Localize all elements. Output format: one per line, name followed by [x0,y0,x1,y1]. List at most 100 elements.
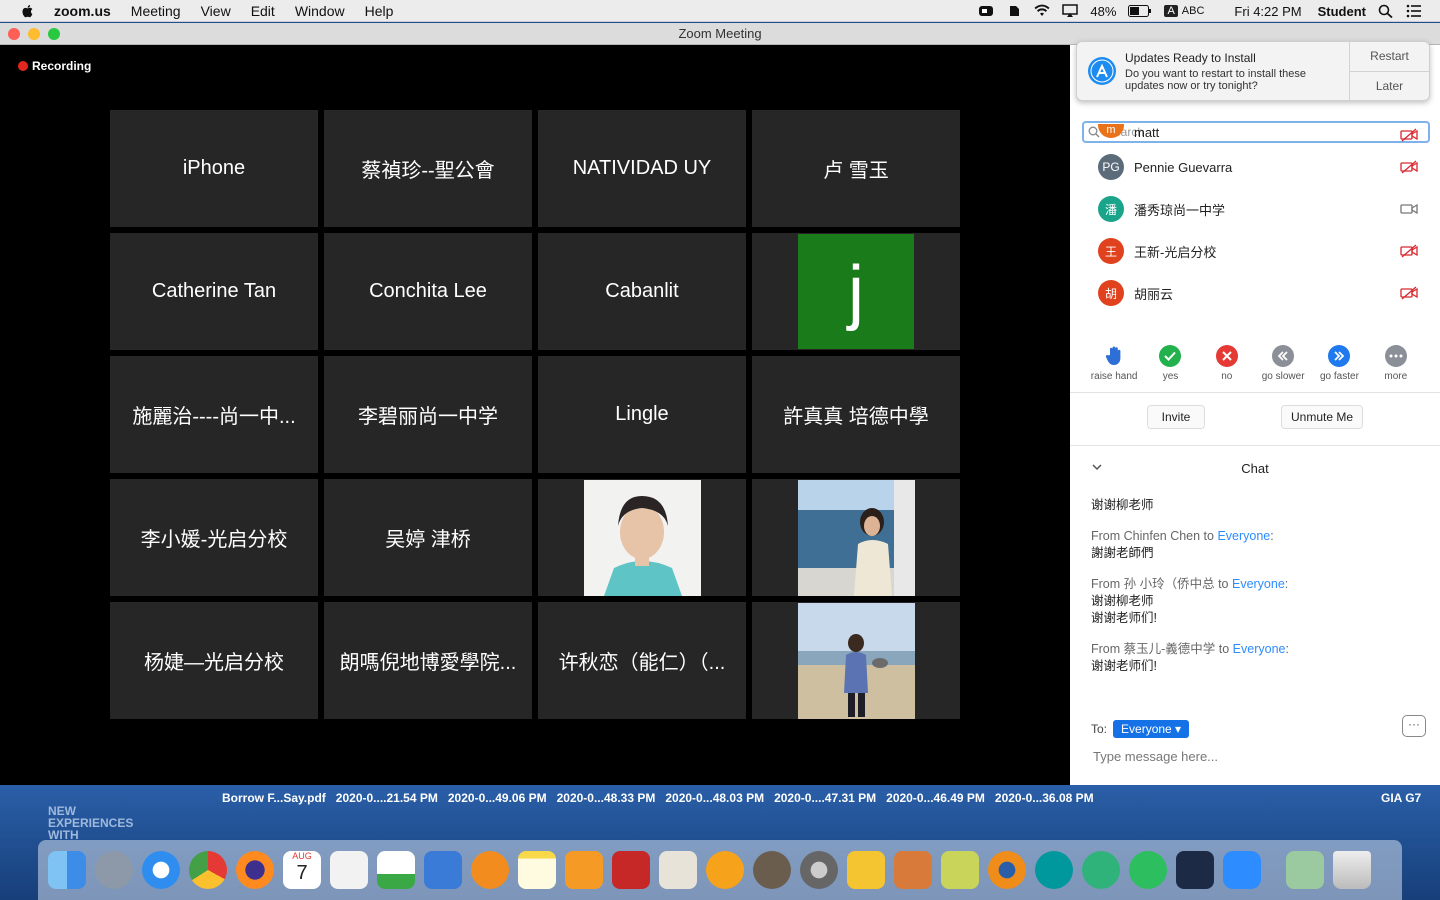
participant-row[interactable]: PG Pennie Guevarra [1070,146,1440,188]
video-off-icon[interactable] [1400,286,1418,300]
photobooth-icon[interactable] [612,851,650,889]
preview-icon[interactable] [894,851,932,889]
video-tile[interactable]: Catherine Tan [110,233,318,350]
airplay-icon[interactable] [1062,4,1079,18]
participant-row[interactable]: 胡 胡丽云 [1070,272,1440,314]
menu-view[interactable]: View [201,3,231,19]
video-off-icon[interactable] [1400,160,1418,174]
video-tile[interactable]: j [752,233,960,350]
video-tile[interactable] [752,479,960,596]
video-tile[interactable]: 李小媛-光启分校 [110,479,318,596]
go-slower-button[interactable]: go slower [1255,345,1311,393]
input-source-label[interactable]: ABC [1182,5,1205,17]
user-name[interactable]: Student [1318,4,1366,19]
gimp-icon[interactable] [753,851,791,889]
video-tile[interactable]: NATIVIDAD UY [538,110,746,227]
finder-icon[interactable] [48,851,86,889]
notification-center-icon[interactable] [1406,4,1422,18]
chevron-down-icon[interactable] [1092,463,1102,471]
desktop-file[interactable]: 2020-0...48.33 PM [557,791,656,805]
atom-icon[interactable] [1082,851,1120,889]
menu-help[interactable]: Help [365,3,394,19]
video-tile[interactable]: 許真真 培德中學 [752,356,960,473]
evernote-icon[interactable] [1129,851,1167,889]
evernote-tray-icon[interactable] [1006,4,1022,18]
raise-hand-button[interactable]: raise hand [1086,345,1142,393]
video-tile[interactable]: Conchita Lee [324,233,532,350]
scratch-icon[interactable] [706,851,744,889]
menu-meeting[interactable]: Meeting [131,3,181,19]
books-icon[interactable] [471,851,509,889]
clock[interactable]: Fri 4:22 PM [1234,4,1301,19]
video-tile[interactable]: 施麗治----尚一中... [110,356,318,473]
downloads-icon[interactable] [1286,851,1324,889]
arduino-icon[interactable] [1035,851,1073,889]
go-faster-button[interactable]: go faster [1311,345,1367,393]
video-tile[interactable]: 杨婕—光启分校 [110,602,318,719]
video-tile[interactable]: 卢 雪玉 [752,110,960,227]
invite-button[interactable]: Invite [1147,405,1205,429]
video-tile[interactable] [752,602,960,719]
desktop-file[interactable]: Borrow F...Say.pdf [222,791,326,805]
mail-icon[interactable] [847,851,885,889]
chat-more-button[interactable]: ··· [1402,715,1426,737]
later-button[interactable]: Later [1350,72,1429,101]
video-tile[interactable]: 吴婷 津桥 [324,479,532,596]
scanner-icon[interactable] [941,851,979,889]
keynote-icon[interactable] [424,851,462,889]
video-tile[interactable]: Lingle [538,356,746,473]
chrome-icon[interactable] [189,851,227,889]
calendar-icon[interactable]: AUG 7 [283,851,321,889]
blender-icon[interactable] [988,851,1026,889]
pages-icon[interactable] [565,851,603,889]
notes-icon[interactable] [518,851,556,889]
apple-icon[interactable] [20,3,36,19]
zoom-button[interactable] [48,28,60,40]
no-button[interactable]: no [1199,345,1255,393]
trash-icon[interactable] [1333,851,1371,889]
wifi-icon[interactable] [1034,4,1050,18]
restart-button[interactable]: Restart [1350,42,1429,72]
menu-edit[interactable]: Edit [251,3,275,19]
system-preferences-icon[interactable] [800,851,838,889]
recipient-dropdown[interactable]: Everyone ▾ [1113,720,1190,738]
video-tile[interactable] [538,479,746,596]
video-off-icon[interactable] [1400,128,1418,142]
sketch-icon[interactable] [659,851,697,889]
desktop-file[interactable]: 2020-0...49.06 PM [448,791,547,805]
close-button[interactable] [8,28,20,40]
video-tile[interactable]: 许秋恋（能仁）（... [538,602,746,719]
firefox-icon[interactable] [236,851,274,889]
menu-zoom-us[interactable]: zoom.us [54,3,111,19]
desktop-file[interactable]: 2020-0....47.31 PM [774,791,876,805]
chat-message-input[interactable]: Type message here... [1093,749,1218,764]
update-notification[interactable]: Updates Ready to Install Do you want to … [1076,41,1430,101]
more-reactions-button[interactable]: more [1368,345,1424,393]
participant-row[interactable]: m matt [1070,124,1440,146]
participant-row[interactable]: 王 王新-光启分校 [1070,230,1440,272]
menu-window[interactable]: Window [295,3,345,19]
battery-icon[interactable] [1128,5,1152,17]
video-tile[interactable]: 蔡禎珍--聖公會 [324,110,532,227]
vectorworks-icon[interactable] [1176,851,1214,889]
spotlight-search-icon[interactable] [1378,4,1394,18]
desktop-file[interactable]: 2020-0....21.54 PM [336,791,438,805]
video-on-icon[interactable] [1400,202,1418,216]
video-off-icon[interactable] [1400,244,1418,258]
numbers-icon[interactable] [377,851,415,889]
desktop-file[interactable]: 2020-0...48.03 PM [665,791,764,805]
input-source-icon[interactable]: A [1164,5,1178,17]
video-tile[interactable]: iPhone [110,110,318,227]
desktop-file[interactable]: 2020-0...36.08 PM [995,791,1094,805]
zoom-tray-icon[interactable] [978,4,994,18]
launchpad-icon[interactable] [95,851,133,889]
video-tile[interactable]: 李碧丽尚一中学 [324,356,532,473]
minimize-button[interactable] [28,28,40,40]
desktop-file[interactable]: 2020-0...46.49 PM [886,791,985,805]
safari-icon[interactable] [142,851,180,889]
participant-row[interactable]: 潘 潘秀琼尚一中学 [1070,188,1440,230]
yes-button[interactable]: yes [1142,345,1198,393]
textedit-icon[interactable] [330,851,368,889]
video-tile[interactable]: 朗嗎倪地博愛學院... [324,602,532,719]
desktop-folder[interactable]: GIA G7 [1381,791,1421,805]
